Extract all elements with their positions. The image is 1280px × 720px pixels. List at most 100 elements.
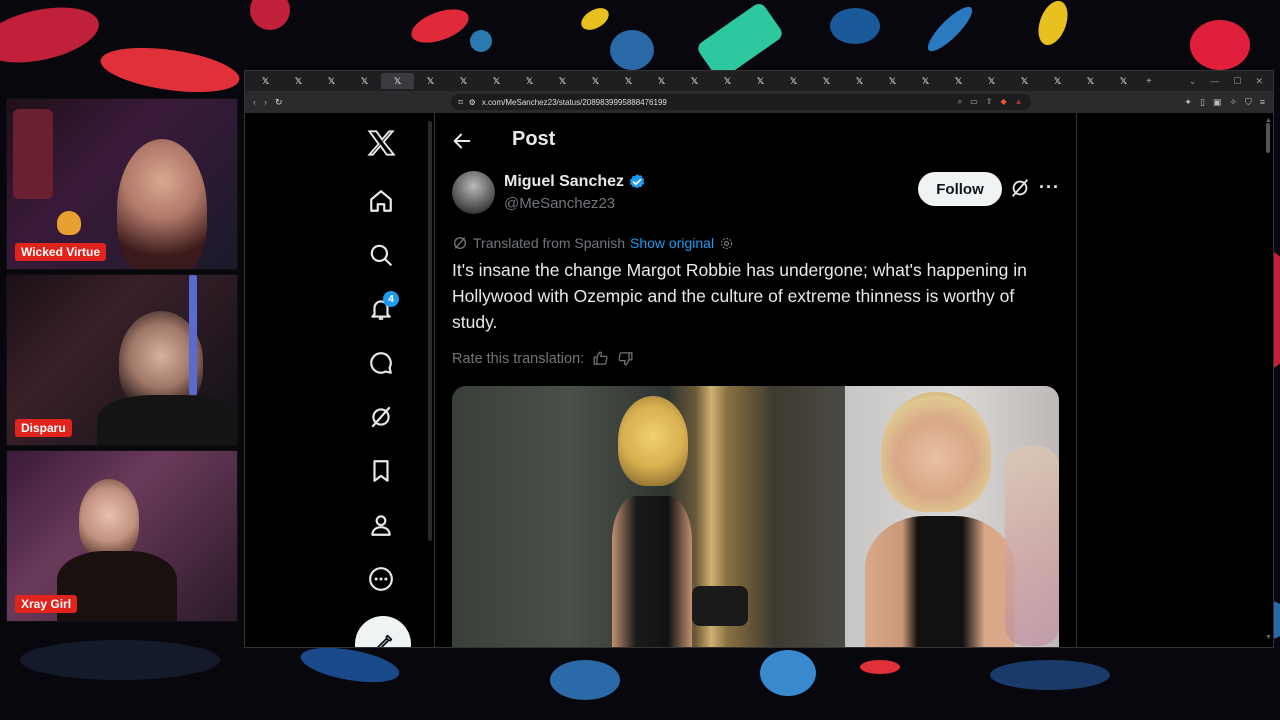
post-media-image[interactable] bbox=[452, 386, 1059, 647]
zoom-icon[interactable]: ⌕ bbox=[958, 97, 962, 107]
messages-icon[interactable] bbox=[357, 339, 405, 387]
browser-tab[interactable]: 𝕏 bbox=[381, 73, 414, 89]
webcam-name-tag: Xray Girl bbox=[15, 595, 78, 613]
media-photo-left bbox=[452, 386, 845, 647]
brave-shield-icon[interactable]: ◆ bbox=[1000, 97, 1006, 107]
vpn-icon[interactable]: ⛉ bbox=[1245, 97, 1252, 108]
tab-strip: 𝕏 𝕏 𝕏 𝕏 𝕏 𝕏 𝕏 𝕏 𝕏 𝕏 𝕏 𝕏 𝕏 𝕏 𝕏 𝕏 𝕏 𝕏 𝕏 𝕏 𝕏 𝕏 𝕏 𝕏 𝕏 𝕏 𝕏 + ⌄ — ☐ ✕ bbox=[245, 71, 1273, 91]
webcam-name-tag: Disparu bbox=[15, 419, 72, 437]
tab-search-icon[interactable]: ⌄ bbox=[1189, 76, 1197, 87]
browser-tab[interactable]: 𝕏 bbox=[975, 73, 1008, 89]
grok-icon[interactable] bbox=[357, 393, 405, 441]
home-icon[interactable] bbox=[357, 177, 405, 225]
rewards-icon[interactable]: ▲ bbox=[1015, 97, 1023, 107]
author-handle[interactable]: @MeSanchez23 bbox=[504, 195, 615, 212]
browser-tab[interactable]: 𝕏 bbox=[315, 73, 348, 89]
rate-label: Rate this translation: bbox=[452, 350, 585, 367]
browser-tab[interactable]: 𝕏 bbox=[480, 73, 513, 89]
browser-tab[interactable]: 𝕏 bbox=[348, 73, 381, 89]
x-favicon-icon: 𝕏 bbox=[1119, 75, 1128, 86]
sidebar-icon[interactable]: ▯ bbox=[1200, 97, 1205, 108]
x-favicon-icon: 𝕏 bbox=[987, 75, 996, 86]
share-icon[interactable]: ⇪ bbox=[986, 97, 993, 107]
browser-tab[interactable]: 𝕏 bbox=[579, 73, 612, 89]
browser-tab[interactable]: 𝕏 bbox=[744, 73, 777, 89]
browser-tab[interactable]: 𝕏 bbox=[447, 73, 480, 89]
x-favicon-icon: 𝕏 bbox=[624, 75, 633, 86]
browser-tab[interactable]: 𝕏 bbox=[777, 73, 810, 89]
browser-tab[interactable]: 𝕏 bbox=[711, 73, 744, 89]
x-logo-icon[interactable] bbox=[357, 119, 405, 167]
x-favicon-icon: 𝕏 bbox=[327, 75, 336, 86]
post-more-icon[interactable]: ··· bbox=[1039, 177, 1060, 198]
bookmarks-icon[interactable] bbox=[357, 447, 405, 495]
author-name[interactable]: Miguel Sanchez bbox=[504, 173, 624, 191]
x-favicon-icon: 𝕏 bbox=[591, 75, 600, 86]
grok-explain-icon[interactable] bbox=[1009, 177, 1031, 204]
search-icon[interactable] bbox=[357, 231, 405, 279]
browser-tab[interactable]: 𝕏 bbox=[1107, 73, 1140, 89]
browser-tab[interactable]: 𝕏 bbox=[810, 73, 843, 89]
browser-tab[interactable]: 𝕏 bbox=[942, 73, 975, 89]
x-favicon-icon: 𝕏 bbox=[1020, 75, 1029, 86]
x-favicon-icon: 𝕏 bbox=[492, 75, 501, 86]
site-info-icon[interactable]: ⚙ bbox=[469, 98, 476, 107]
page-scrollbar[interactable]: ▲ ▼ bbox=[1265, 117, 1272, 641]
thumbs-down-icon[interactable] bbox=[617, 350, 634, 367]
cast-icon[interactable]: ▭ bbox=[970, 97, 978, 107]
follow-button[interactable]: Follow bbox=[918, 172, 1002, 206]
x-favicon-icon: 𝕏 bbox=[789, 75, 798, 86]
x-favicon-icon: 𝕏 bbox=[393, 75, 402, 86]
browser-tab[interactable]: 𝕏 bbox=[414, 73, 447, 89]
back-arrow-icon[interactable] bbox=[451, 130, 473, 157]
media-photo-right bbox=[845, 386, 1059, 647]
window-controls: ⌄ — ☐ ✕ bbox=[1189, 76, 1273, 87]
browser-tab[interactable]: 𝕏 bbox=[1041, 73, 1074, 89]
browser-tab[interactable]: 𝕏 bbox=[843, 73, 876, 89]
avatar[interactable] bbox=[452, 171, 495, 214]
scrollbar-thumb[interactable] bbox=[1266, 123, 1270, 153]
new-tab-icon[interactable]: + bbox=[1146, 76, 1152, 87]
url-field[interactable]: ⌑ ⚙ x.com/MeSanchez23/status/20898399958… bbox=[450, 94, 1031, 110]
forward-nav-icon[interactable]: › bbox=[264, 97, 267, 107]
browser-tab[interactable]: 𝕏 bbox=[546, 73, 579, 89]
browser-tab[interactable]: 𝕏 bbox=[249, 73, 282, 89]
browser-tab[interactable]: 𝕏 bbox=[282, 73, 315, 89]
x-favicon-icon: 𝕏 bbox=[657, 75, 666, 86]
browser-tab[interactable]: 𝕏 bbox=[678, 73, 711, 89]
extensions-icon[interactable]: ✦ bbox=[1184, 97, 1192, 108]
x-favicon-icon: 𝕏 bbox=[261, 75, 270, 86]
url-text: x.com/MeSanchez23/status/208983999588847… bbox=[481, 97, 667, 107]
x-favicon-icon: 𝕏 bbox=[690, 75, 699, 86]
maximize-icon[interactable]: ☐ bbox=[1233, 76, 1241, 87]
browser-tab[interactable]: 𝕏 bbox=[513, 73, 546, 89]
notifications-icon[interactable]: 4 bbox=[357, 285, 405, 333]
wallet-icon[interactable]: ▣ bbox=[1213, 97, 1222, 108]
close-icon[interactable]: ✕ bbox=[1255, 76, 1263, 87]
browser-tab[interactable]: 𝕏 bbox=[1074, 73, 1107, 89]
browser-tab[interactable]: 𝕏 bbox=[1008, 73, 1041, 89]
sidebar-scrollbar[interactable] bbox=[428, 121, 432, 541]
leo-icon[interactable]: ✧ bbox=[1229, 97, 1237, 108]
scroll-down-icon[interactable]: ▼ bbox=[1265, 634, 1272, 641]
menu-icon[interactable]: ≡ bbox=[1260, 97, 1265, 108]
bookmark-icon[interactable]: ⌑ bbox=[459, 98, 463, 107]
x-favicon-icon: 𝕏 bbox=[723, 75, 732, 86]
thumbs-up-icon[interactable] bbox=[592, 350, 609, 367]
author-name-row[interactable]: Miguel Sanchez bbox=[504, 173, 646, 191]
show-original-link[interactable]: Show original bbox=[630, 235, 714, 251]
browser-tab[interactable]: 𝕏 bbox=[645, 73, 678, 89]
browser-tab[interactable]: 𝕏 bbox=[876, 73, 909, 89]
webcam-feed: Xray Girl bbox=[6, 450, 238, 622]
browser-tab[interactable]: 𝕏 bbox=[612, 73, 645, 89]
more-icon[interactable] bbox=[357, 555, 405, 603]
minimize-icon[interactable]: — bbox=[1210, 76, 1219, 87]
x-favicon-icon: 𝕏 bbox=[954, 75, 963, 86]
back-nav-icon[interactable]: ‹ bbox=[253, 97, 256, 107]
browser-tab[interactable]: 𝕏 bbox=[909, 73, 942, 89]
profile-icon[interactable] bbox=[357, 501, 405, 549]
settings-gear-icon[interactable] bbox=[719, 236, 734, 251]
reload-icon[interactable]: ↻ bbox=[275, 97, 283, 108]
x-favicon-icon: 𝕏 bbox=[360, 75, 369, 86]
verified-badge-icon bbox=[629, 174, 645, 189]
